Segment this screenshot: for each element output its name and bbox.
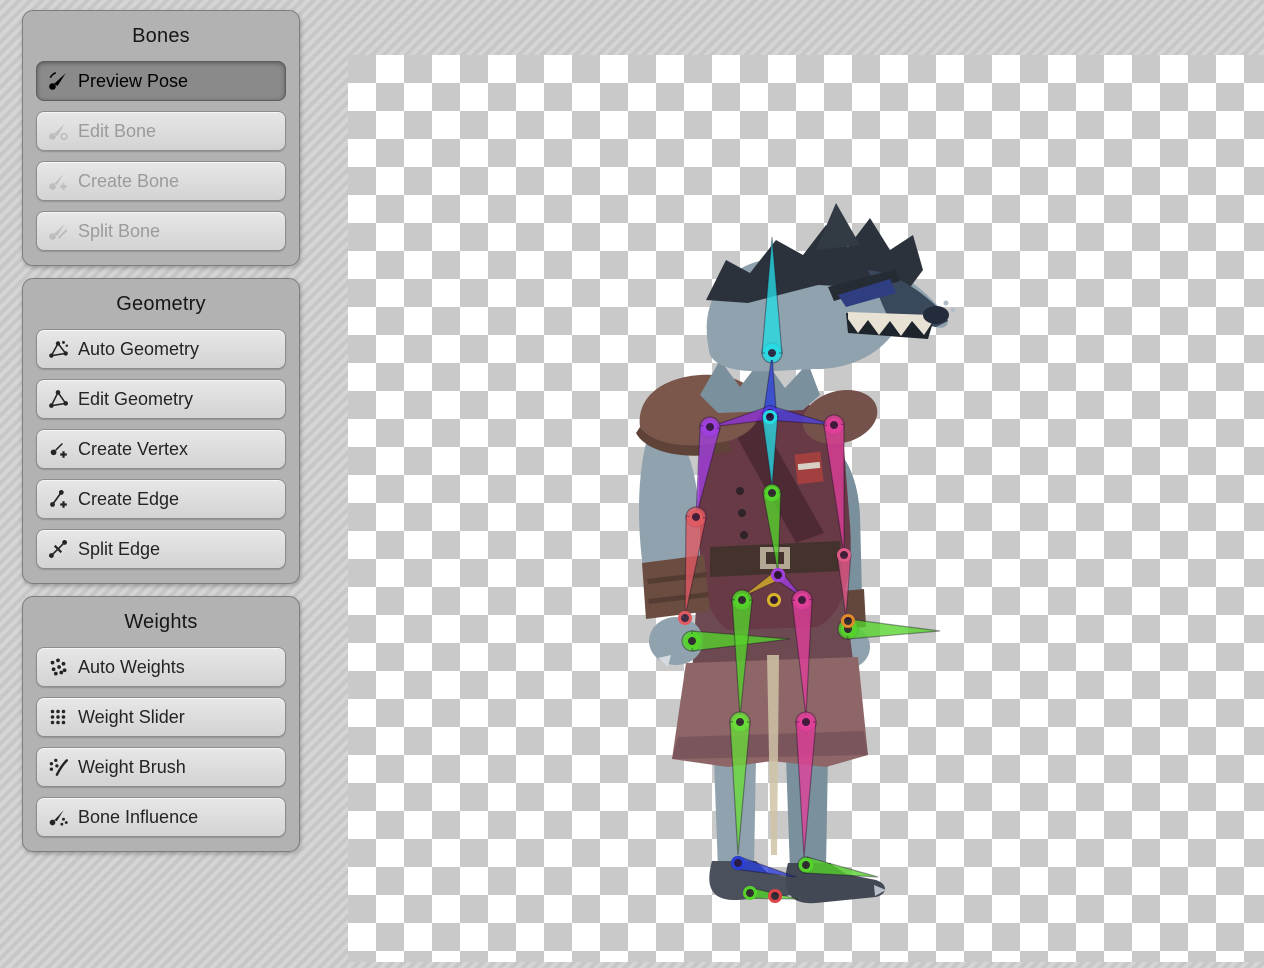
- bone-joint[interactable]: [691, 512, 702, 523]
- weight-brush-icon: [47, 756, 69, 778]
- create-bone-icon: [47, 170, 69, 192]
- bone-joint[interactable]: [769, 595, 780, 606]
- split-edge-label: Split Edge: [78, 539, 275, 560]
- bone-joint[interactable]: [687, 636, 698, 647]
- bone-joint[interactable]: [733, 858, 744, 869]
- skinning-editor-window: Bones Preview Pose Edit Bone Create Bone: [0, 0, 1264, 968]
- panel-bones: Bones Preview Pose Edit Bone Create Bone: [22, 10, 300, 266]
- create-bone-button[interactable]: Create Bone: [36, 161, 286, 201]
- bone-joint[interactable]: [773, 570, 784, 581]
- bone-joint[interactable]: [735, 717, 746, 728]
- bone-joint[interactable]: [767, 488, 778, 499]
- canvas-svg: [348, 55, 1264, 962]
- create-edge-icon: [47, 488, 69, 510]
- edit-bone-label: Edit Bone: [78, 121, 275, 142]
- edit-geometry-button[interactable]: Edit Geometry: [36, 379, 286, 419]
- tool-sidebar: Bones Preview Pose Edit Bone Create Bone: [22, 10, 300, 852]
- bone-joint[interactable]: [737, 595, 748, 606]
- bone[interactable]: [848, 619, 940, 639]
- auto-geometry-icon: [47, 338, 69, 360]
- bone-joint[interactable]: [801, 717, 812, 728]
- panel-geometry: Geometry Auto Geometry Edit Geometry Cre…: [22, 278, 300, 584]
- bone-joint[interactable]: [839, 550, 850, 561]
- create-bone-label: Create Bone: [78, 171, 275, 192]
- split-bone-button[interactable]: Split Bone: [36, 211, 286, 251]
- bone-joint[interactable]: [705, 422, 716, 433]
- panel-weights: Weights Auto Weights Weight Slider Weigh…: [22, 596, 300, 852]
- preview-pose-button[interactable]: Preview Pose: [36, 61, 286, 101]
- bone-influence-button[interactable]: Bone Influence: [36, 797, 286, 837]
- bone-joint[interactable]: [745, 888, 756, 899]
- auto-geometry-label: Auto Geometry: [78, 339, 275, 360]
- bone-joint[interactable]: [829, 420, 840, 431]
- panel-weights-title: Weights: [36, 611, 286, 634]
- preview-pose-icon: [47, 70, 69, 92]
- auto-geometry-button[interactable]: Auto Geometry: [36, 329, 286, 369]
- weight-slider-label: Weight Slider: [78, 707, 275, 728]
- edit-geometry-label: Edit Geometry: [78, 389, 275, 410]
- auto-weights-button[interactable]: Auto Weights: [36, 647, 286, 687]
- sprite-canvas[interactable]: [348, 55, 1264, 962]
- split-edge-icon: [47, 538, 69, 560]
- preview-pose-label: Preview Pose: [78, 71, 275, 92]
- split-bone-icon: [47, 220, 69, 242]
- weight-slider-icon: [47, 706, 69, 728]
- create-vertex-icon: [47, 438, 69, 460]
- panel-geometry-title: Geometry: [36, 293, 286, 316]
- bone-joint[interactable]: [680, 613, 691, 624]
- auto-weights-label: Auto Weights: [78, 657, 275, 678]
- split-edge-button[interactable]: Split Edge: [36, 529, 286, 569]
- weight-brush-button[interactable]: Weight Brush: [36, 747, 286, 787]
- weight-slider-button[interactable]: Weight Slider: [36, 697, 286, 737]
- weight-brush-label: Weight Brush: [78, 757, 275, 778]
- character-sprite: [636, 203, 955, 903]
- bone-joint[interactable]: [843, 616, 854, 627]
- create-edge-label: Create Edge: [78, 489, 275, 510]
- bone-joint[interactable]: [801, 860, 812, 871]
- bone-influence-icon: [47, 806, 69, 828]
- auto-weights-icon: [47, 656, 69, 678]
- split-bone-label: Split Bone: [78, 221, 275, 242]
- create-edge-button[interactable]: Create Edge: [36, 479, 286, 519]
- edit-geometry-icon: [47, 388, 69, 410]
- edit-bone-button[interactable]: Edit Bone: [36, 111, 286, 151]
- create-vertex-label: Create Vertex: [78, 439, 275, 460]
- bone-joint[interactable]: [770, 891, 781, 902]
- bone-joint[interactable]: [767, 348, 778, 359]
- bone-influence-label: Bone Influence: [78, 807, 275, 828]
- create-vertex-button[interactable]: Create Vertex: [36, 429, 286, 469]
- bone-joint[interactable]: [765, 412, 776, 423]
- edit-bone-icon: [47, 120, 69, 142]
- bone[interactable]: [805, 857, 878, 877]
- bone-joint[interactable]: [797, 595, 808, 606]
- panel-bones-title: Bones: [36, 25, 286, 48]
